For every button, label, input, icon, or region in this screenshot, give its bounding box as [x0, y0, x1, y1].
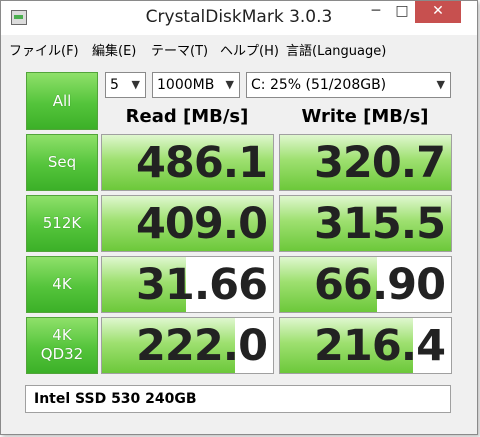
menu-theme[interactable]: テーマ(T)	[151, 40, 208, 59]
minimize-button[interactable]: ─	[363, 1, 389, 23]
512k-write-value: 315.5	[313, 199, 446, 249]
drive-value: C: 25% (51/208GB)	[251, 77, 387, 93]
4k-qd32-label-line1: 4K	[52, 326, 72, 344]
seq-read-result: 486.1	[101, 134, 274, 191]
read-header: Read [MB/s]	[125, 106, 249, 127]
4k-qd32-write-result: 216.4	[279, 317, 452, 374]
4k-read-result: 31.66	[101, 256, 274, 313]
512k-write-result: 315.5	[279, 195, 452, 252]
menu-file[interactable]: ファイル(F)	[9, 40, 79, 59]
4k-qd32-read-result: 222.0	[101, 317, 274, 374]
drive-select[interactable]: C: 25% (51/208GB) ▼	[246, 72, 451, 98]
seq-write-value: 320.7	[313, 138, 446, 188]
size-select[interactable]: 1000MB ▼	[152, 72, 240, 98]
size-value: 1000MB	[157, 77, 215, 93]
512k-read-result: 409.0	[101, 195, 274, 252]
chevron-down-icon: ▼	[131, 78, 140, 91]
4k-read-value: 31.66	[135, 260, 268, 310]
menu-bar: ファイル(F) 編集(E) テーマ(T) ヘルプ(H) 言語(Language)	[1, 37, 477, 59]
seq-write-result: 320.7	[279, 134, 452, 191]
chevron-down-icon: ▼	[225, 78, 234, 91]
all-button[interactable]: All	[26, 72, 98, 130]
write-header: Write [MB/s]	[301, 106, 429, 127]
app-window: CrystalDiskMark 3.0.3 ─ □ ✕ ファイル(F) 編集(E…	[0, 0, 478, 435]
seq-test-button[interactable]: Seq	[26, 134, 98, 191]
menu-edit[interactable]: 編集(E)	[92, 40, 136, 59]
seq-read-value: 486.1	[135, 138, 268, 188]
runs-value: 5	[110, 77, 119, 93]
runs-select[interactable]: 5 ▼	[105, 72, 146, 98]
title-bar: CrystalDiskMark 3.0.3 ─ □ ✕	[1, 1, 477, 35]
512k-test-button[interactable]: 512K	[26, 195, 98, 252]
4k-write-value: 66.90	[313, 260, 446, 310]
comment-field[interactable]: Intel SSD 530 240GB	[25, 385, 451, 413]
close-button[interactable]: ✕	[415, 1, 461, 23]
menu-language[interactable]: 言語(Language)	[286, 40, 386, 59]
menu-help[interactable]: ヘルプ(H)	[220, 40, 279, 59]
maximize-button[interactable]: □	[389, 1, 415, 23]
4k-qd32-read-value: 222.0	[135, 321, 268, 371]
4k-qd32-write-value: 216.4	[313, 321, 446, 371]
4k-test-button[interactable]: 4K	[26, 256, 98, 313]
4k-write-result: 66.90	[279, 256, 452, 313]
4k-qd32-label-line2: QD32	[40, 345, 84, 363]
512k-read-value: 409.0	[135, 199, 268, 249]
chevron-down-icon: ▼	[436, 78, 445, 91]
4k-qd32-test-button[interactable]: 4K QD32	[26, 317, 98, 374]
